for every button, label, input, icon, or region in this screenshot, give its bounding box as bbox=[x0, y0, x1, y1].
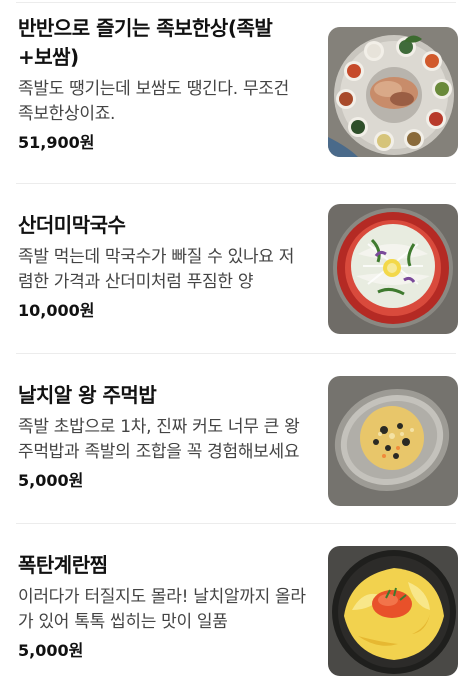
menu-item-price: 5,000원 bbox=[18, 471, 84, 490]
menu-item-name: 반반으로 즐기는 족보한상(족발+보쌈) bbox=[18, 16, 273, 69]
menu-item-price: 10,000원 bbox=[18, 301, 95, 320]
menu-item-name: 폭탄계란찜 bbox=[18, 553, 108, 577]
menu-item-description: 족발도 땡기는데 보쌈도 땡긴다. 무조건 족보한상이죠. bbox=[18, 79, 289, 124]
menu-item-price: 5,000원 bbox=[18, 641, 84, 660]
menu-item-poktan-gyeranjjim[interactable]: 폭탄계란찜 이러다가 터질지도 몰라! 날치알까지 올라가 있어 톡톡 씹히는 … bbox=[0, 524, 464, 694]
steamed-egg-photo[interactable] bbox=[328, 546, 458, 676]
menu-item-description: 이러다가 터질지도 몰라! 날치알까지 올라가 있어 톡톡 씹히는 맛이 일품 bbox=[18, 587, 306, 632]
menu-item-jokbo-hansang[interactable]: 반반으로 즐기는 족보한상(족발+보쌈) 족발도 땡기는데 보쌈도 땡긴다. 무… bbox=[0, 14, 464, 184]
menu-item-text: 폭탄계란찜 이러다가 터질지도 몰라! 날치알까지 올라가 있어 톡톡 씹히는 … bbox=[18, 551, 308, 662]
menu-item-text: 산더미막국수 족발 먹는데 막국수가 빠질 수 있나요 저렴한 가격과 산더미처… bbox=[18, 211, 308, 322]
menu-item-nalchial-jumeokbap[interactable]: 날치알 왕 주먹밥 족발 초밥으로 1차, 진짜 커도 너무 큰 왕주먹밥과 족… bbox=[0, 354, 464, 524]
menu-item-text: 반반으로 즐기는 족보한상(족발+보쌈) 족발도 땡기는데 보쌈도 땡긴다. 무… bbox=[18, 14, 308, 154]
menu-item-sandeomi-makguksu[interactable]: 산더미막국수 족발 먹는데 막국수가 빠질 수 있나요 저렴한 가격과 산더미처… bbox=[0, 184, 464, 354]
menu-item-name: 산더미막국수 bbox=[18, 213, 126, 237]
divider bbox=[16, 2, 456, 3]
makguksu-photo[interactable] bbox=[328, 204, 458, 334]
menu-item-text: 날치알 왕 주먹밥 족발 초밥으로 1차, 진짜 커도 너무 큰 왕주먹밥과 족… bbox=[18, 381, 308, 492]
menu-item-description: 족발 먹는데 막국수가 빠질 수 있나요 저렴한 가격과 산더미처럼 푸짐한 양 bbox=[18, 247, 295, 292]
rice-ball-photo[interactable] bbox=[328, 376, 458, 506]
menu-item-price: 51,900원 bbox=[18, 133, 95, 152]
menu-item-description: 족발 초밥으로 1차, 진짜 커도 너무 큰 왕주먹밥과 족발의 조합을 꼭 경… bbox=[18, 417, 300, 462]
jokbal-bossam-platter-photo[interactable] bbox=[328, 27, 458, 157]
menu-item-name: 날치알 왕 주먹밥 bbox=[18, 383, 157, 407]
